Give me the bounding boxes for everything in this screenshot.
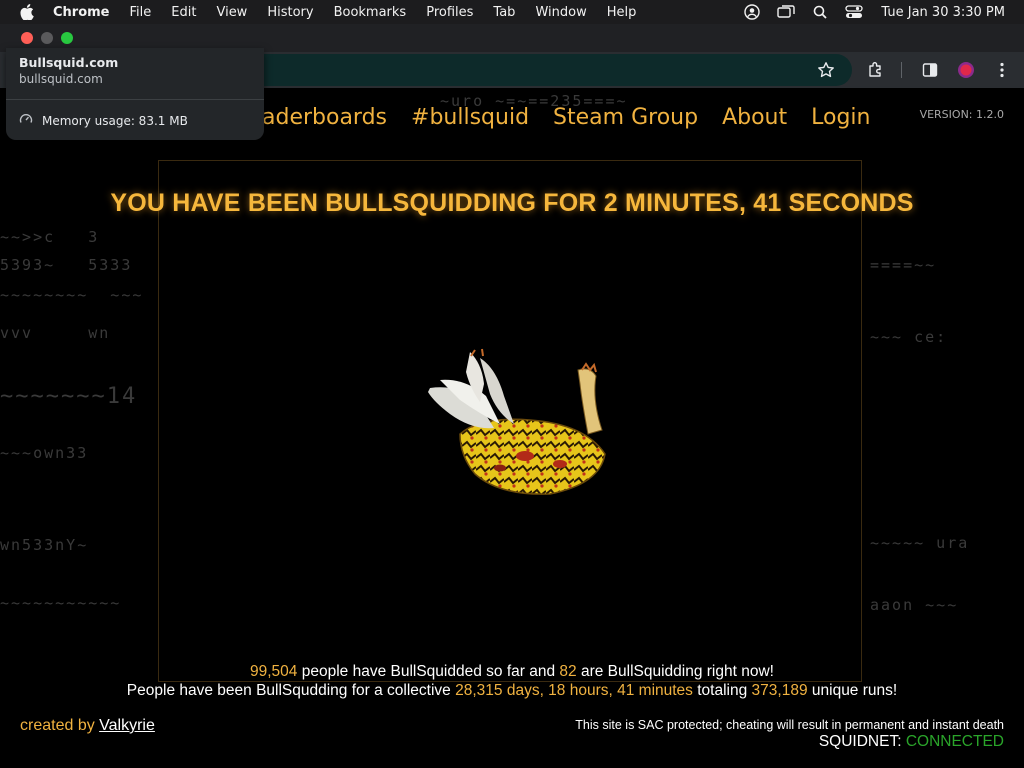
bullsquid-model <box>428 348 606 495</box>
minimize-window-button[interactable] <box>41 32 53 44</box>
nav-bullsquid-channel[interactable]: #bullsquid <box>411 105 529 130</box>
menubar-status-area: Tue Jan 30 3:30 PM <box>735 4 1024 20</box>
menu-window[interactable]: Window <box>525 5 596 20</box>
stats-text: are BullSquidding right now! <box>576 663 774 680</box>
collective-time-line: People have been BullSqudding for a coll… <box>0 682 1024 700</box>
menu-bookmarks[interactable]: Bookmarks <box>324 5 417 20</box>
total-players-count: 99,504 <box>250 663 298 680</box>
stats-text: totaling <box>692 682 752 699</box>
screen-mirroring-icon[interactable] <box>769 5 803 19</box>
background-decoration: ~~~~~~~~~~~ <box>0 594 122 612</box>
menu-tab[interactable]: Tab <box>483 5 525 20</box>
apple-logo-icon[interactable] <box>20 4 34 20</box>
nav-leaderboards[interactable]: aderboards <box>262 105 387 130</box>
version-label: VERSION: 1.2.0 <box>919 108 1004 121</box>
collective-time-value: 28,315 days, 18 hours, 41 minutes <box>455 682 693 699</box>
hover-card-title: Bullsquid.com <box>19 55 119 70</box>
nav-about[interactable]: About <box>722 105 787 130</box>
menu-view[interactable]: View <box>206 5 257 20</box>
hover-card-url: bullsquid.com <box>19 72 103 86</box>
search-icon[interactable] <box>803 5 837 19</box>
bookmark-star-icon[interactable] <box>816 60 836 80</box>
background-decoration: ====~~ <box>870 256 937 274</box>
menu-profiles[interactable]: Profiles <box>416 5 483 20</box>
profile-icon[interactable] <box>956 60 976 80</box>
menu-app-chrome[interactable]: Chrome <box>48 5 120 20</box>
hover-card-memory: Memory usage: 83.1 MB <box>19 112 188 129</box>
memory-gauge-icon <box>19 112 33 129</box>
macos-menu-bar: Chrome File Edit View History Bookmarks … <box>0 0 1024 24</box>
background-decoration: aaon ~~~ <box>870 596 959 614</box>
background-decoration: ~~~own33 <box>0 444 89 462</box>
close-window-button[interactable] <box>21 32 33 44</box>
background-decoration: wn533nY~ <box>0 536 89 554</box>
hover-card-divider <box>6 99 264 100</box>
squidnet-connection-status: CONNECTED <box>905 733 1004 750</box>
control-center-icon[interactable] <box>837 5 871 19</box>
background-decoration: ~~~~~~~14 <box>0 384 138 409</box>
toolbar-divider <box>901 62 902 78</box>
background-decoration: vvv wn <box>0 324 111 342</box>
unique-runs-count: 373,189 <box>751 682 808 699</box>
player-stats-line: 99,504 people have BullSquidded so far a… <box>0 663 1024 681</box>
user-icon[interactable] <box>735 4 769 20</box>
extensions-icon[interactable] <box>866 60 886 80</box>
background-decoration: ~~~~~ ura <box>870 534 970 552</box>
bullsquid-timer: YOU HAVE BEEN BULLSQUIDDING FOR 2 MINUTE… <box>110 189 914 217</box>
background-decoration: 5393~ 5333 <box>0 256 133 274</box>
active-players-count: 82 <box>559 663 577 680</box>
credits: created by Valkyrie <box>20 717 155 735</box>
menu-help[interactable]: Help <box>597 5 647 20</box>
nav-login[interactable]: Login <box>811 105 870 130</box>
sac-notice: This site is SAC protected; cheating wil… <box>575 718 1004 732</box>
background-decoration: ~~~~~~~~ ~~~ <box>0 286 144 304</box>
stats-text: unique runs! <box>807 682 898 699</box>
squidnet-status: SQUIDNET: CONNECTED <box>819 733 1004 751</box>
author-link[interactable]: Valkyrie <box>99 717 155 734</box>
side-panel-icon[interactable] <box>920 60 940 80</box>
tab-hover-card: Bullsquid.com bullsquid.com Memory usage… <box>6 48 264 140</box>
background-decoration: ~~~ ce: <box>870 328 948 346</box>
created-by-label: created by <box>20 717 100 734</box>
more-menu-icon[interactable] <box>992 60 1012 80</box>
menu-history[interactable]: History <box>257 5 323 20</box>
menu-file[interactable]: File <box>120 5 162 20</box>
nav-steam-group[interactable]: Steam Group <box>553 105 698 130</box>
menubar-clock[interactable]: Tue Jan 30 3:30 PM <box>881 5 1005 20</box>
web-page: ~uro ~=~==235===~ ~~>>c 3 5393~ 5333 ~~~… <box>0 88 1024 768</box>
memory-usage-text: Memory usage: 83.1 MB <box>42 113 188 128</box>
maximize-window-button[interactable] <box>61 32 73 44</box>
menu-edit[interactable]: Edit <box>161 5 206 20</box>
site-navigation: aderboards #bullsquid Steam Group About … <box>262 105 870 130</box>
squidnet-label: SQUIDNET: <box>818 733 906 750</box>
stats-text: people have BullSquidded so far and <box>297 663 560 680</box>
stats-text: People have been BullSqudding for a coll… <box>126 682 456 699</box>
background-decoration: ~~>>c 3 <box>0 228 100 246</box>
